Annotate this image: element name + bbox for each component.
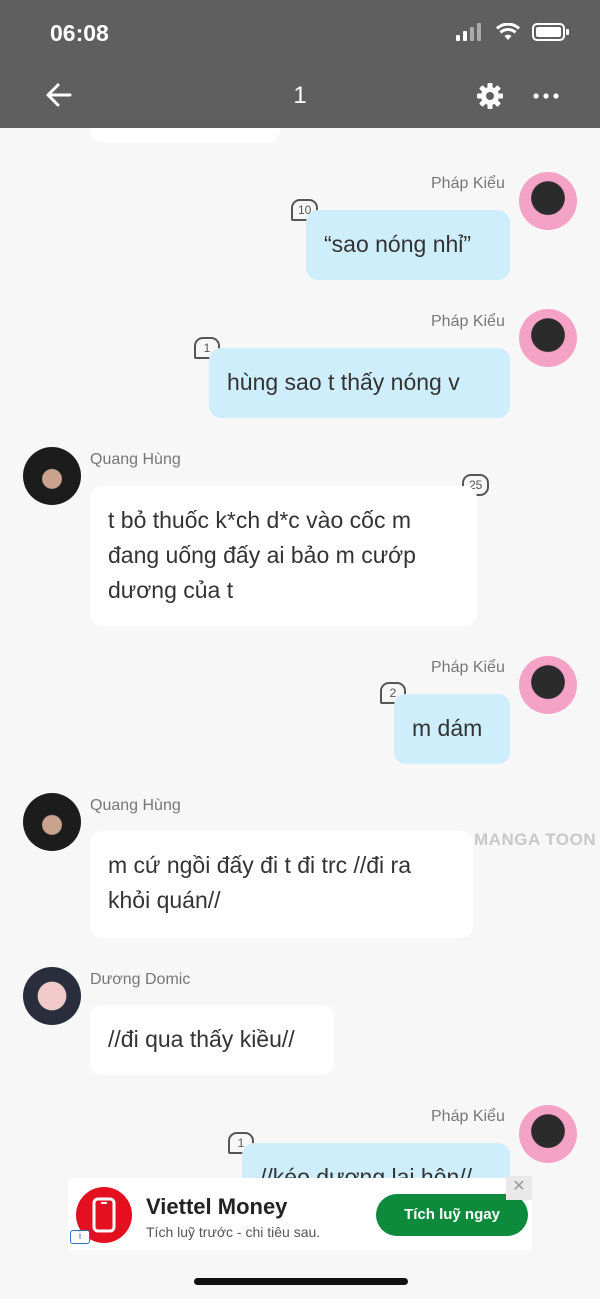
avatar[interactable] xyxy=(519,172,577,230)
sender-name: Quang Hùng xyxy=(90,451,181,468)
sender-name: Dương Domic xyxy=(90,971,191,988)
avatar[interactable] xyxy=(23,447,81,505)
sender-name: Pháp Kiểu xyxy=(431,313,505,330)
avatar[interactable] xyxy=(519,656,577,714)
battery-icon xyxy=(532,23,569,41)
message-bubble: m cứ ngồi đấy đi t đi trc //đi ra khỏi q… xyxy=(90,831,473,938)
ad-banner[interactable]: Viettel Money Tích luỹ trước - chi tiêu … xyxy=(68,1178,532,1250)
message-bubble: //đi qua thấy kiều// xyxy=(90,1005,334,1075)
sender-name: Pháp Kiểu xyxy=(431,659,505,676)
ad-subtitle: Tích luỹ trước - chi tiêu sau. xyxy=(146,1224,321,1240)
avatar[interactable] xyxy=(23,793,81,851)
watermark: MANGA TOON xyxy=(474,830,597,849)
message-bubble: “sao nóng nhỉ” xyxy=(306,210,510,280)
wifi-icon xyxy=(496,23,520,40)
ad-cta-button[interactable]: Tích luỹ ngay xyxy=(376,1194,528,1236)
signal-icon xyxy=(456,23,481,41)
sender-name: Pháp Kiểu xyxy=(431,175,505,192)
chat-title: 1 xyxy=(293,82,307,109)
top-bar: 06:08 1 xyxy=(0,0,600,128)
chat-area[interactable]: Pháp Kiểu 10 “sao nóng nhỉ” Pháp Kiểu 1 … xyxy=(0,128,600,1299)
message-bubble: hùng sao t thấy nóng v xyxy=(209,348,510,418)
ad-title: Viettel Money xyxy=(146,1194,288,1219)
status-time: 06:08 xyxy=(50,20,109,46)
more-icon[interactable] xyxy=(532,84,560,108)
message-bubble xyxy=(90,128,280,143)
ad-info-icon[interactable]: i xyxy=(70,1230,90,1244)
ad-close-button[interactable]: ✕ xyxy=(506,1176,532,1200)
message-bubble: m dám xyxy=(394,694,510,764)
home-indicator[interactable] xyxy=(194,1278,408,1285)
avatar[interactable] xyxy=(519,309,577,367)
message-bubble: t bỏ thuốc k*ch d*c vào cốc m đang uống … xyxy=(90,486,477,626)
avatar[interactable] xyxy=(23,967,81,1025)
gear-icon[interactable] xyxy=(476,82,504,110)
sender-name: Quang Hùng xyxy=(90,797,181,814)
status-icons xyxy=(456,22,570,42)
sender-name: Pháp Kiểu xyxy=(431,1108,505,1125)
avatar[interactable] xyxy=(519,1105,577,1163)
